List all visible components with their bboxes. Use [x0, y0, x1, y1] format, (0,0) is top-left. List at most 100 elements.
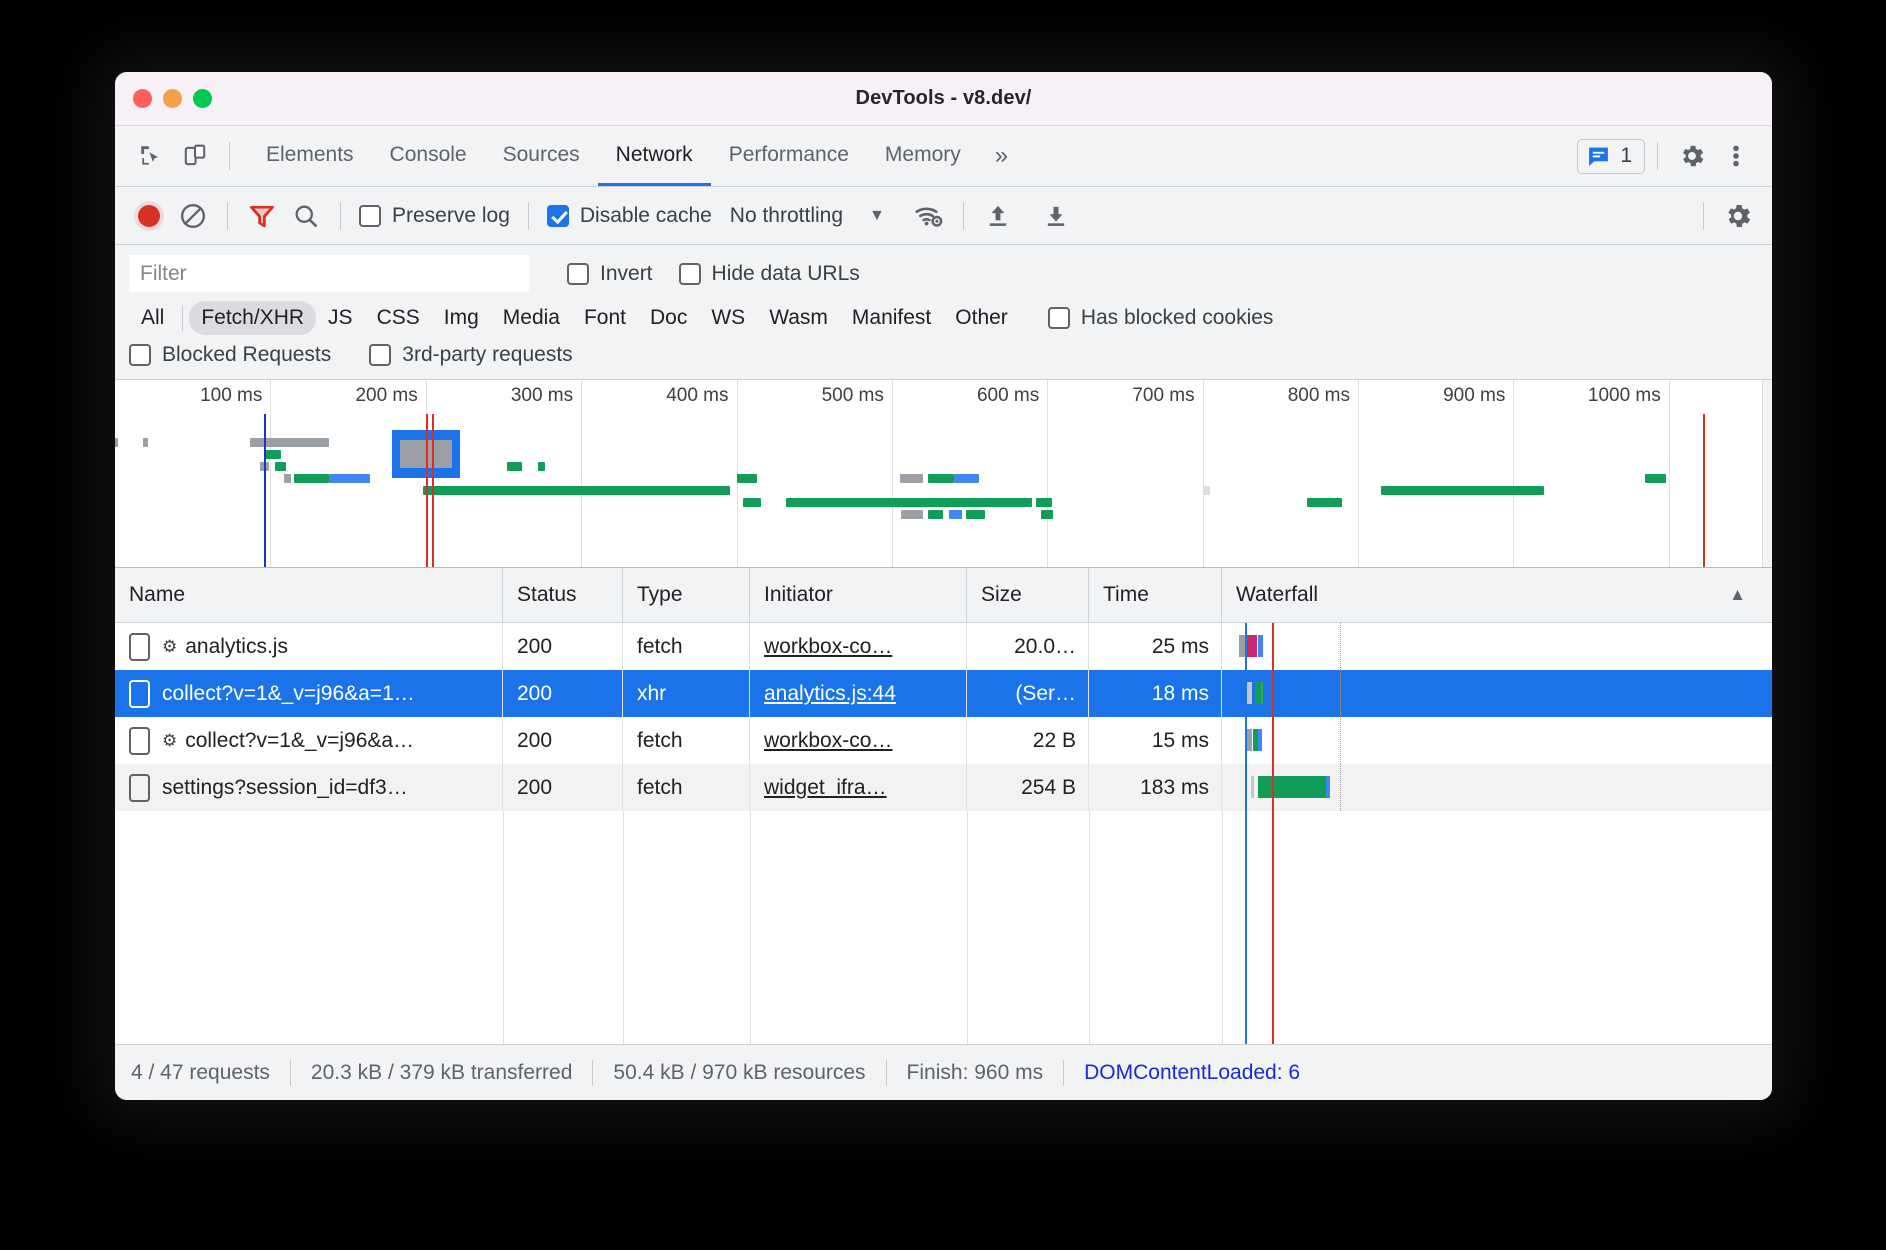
column-header-name[interactable]: Name [115, 568, 503, 622]
row-select-checkbox[interactable] [129, 633, 150, 661]
filter-chip-js[interactable]: JS [316, 301, 365, 335]
request-name: settings?session_id=df3… [162, 776, 408, 800]
initiator-link[interactable]: workbox-co… [764, 635, 892, 659]
overview-scrollbar[interactable] [1762, 380, 1772, 567]
column-header-waterfall[interactable]: Waterfall ▲ [1222, 568, 1772, 622]
filter-chip-doc[interactable]: Doc [638, 301, 699, 335]
third-party-requests-checkbox[interactable]: 3rd-party requests [369, 343, 572, 367]
cell-waterfall [1222, 623, 1772, 670]
network-settings-gear-icon[interactable] [1716, 194, 1760, 238]
column-header-size[interactable]: Size [967, 568, 1089, 622]
initiator-link[interactable]: analytics.js:44 [764, 682, 896, 706]
status-divider-3 [886, 1060, 887, 1086]
filter-chip-all[interactable]: All [129, 301, 176, 335]
overview-request-bar [901, 510, 923, 519]
tab-sources[interactable]: Sources [485, 126, 598, 186]
network-toolbar-right [1691, 194, 1772, 238]
table-row[interactable]: ⚙collect?v=1&_v=j96&a…200fetchworkbox-co… [115, 717, 1772, 764]
more-tabs-icon[interactable]: » [979, 126, 1024, 186]
tab-performance[interactable]: Performance [711, 126, 867, 186]
invert-checkbox[interactable]: Invert [567, 262, 653, 286]
overview-request-bar [928, 474, 954, 483]
upload-arrow-icon[interactable] [976, 194, 1020, 238]
cell-initiator[interactable]: analytics.js:44 [750, 670, 967, 717]
waterfall-load-line [1272, 623, 1274, 670]
column-separator [623, 811, 624, 1044]
throttling-select[interactable]: No throttling [730, 204, 843, 228]
overview-request-bar [294, 474, 330, 483]
filter-chip-img[interactable]: Img [432, 301, 491, 335]
table-row[interactable]: ⚙analytics.js200fetchworkbox-co…20.0…25 … [115, 623, 1772, 670]
column-header-time[interactable]: Time [1089, 568, 1222, 622]
download-arrow-icon[interactable] [1034, 194, 1078, 238]
filter-chip-manifest[interactable]: Manifest [840, 301, 943, 335]
overview-tick-label: 600 ms [977, 385, 1047, 407]
table-row[interactable]: settings?session_id=df3…200fetchwidget_i… [115, 764, 1772, 811]
status-finish: Finish: 960 ms [907, 1061, 1044, 1085]
blocked-requests-checkbox[interactable]: Blocked Requests [129, 343, 331, 367]
column-header-type[interactable]: Type [623, 568, 750, 622]
cell-initiator[interactable]: workbox-co… [750, 717, 967, 764]
chevron-down-icon[interactable]: ▼ [869, 207, 885, 225]
cell-initiator[interactable]: workbox-co… [750, 623, 967, 670]
waterfall-segment [1247, 729, 1253, 751]
filter-type-chips: All Fetch/XHR JS CSS Img Media Font Doc … [115, 301, 1772, 343]
kebab-menu-icon[interactable] [1714, 134, 1758, 178]
filter-chip-media[interactable]: Media [491, 301, 572, 335]
tab-console[interactable]: Console [372, 126, 485, 186]
filter-chip-fetch-xhr[interactable]: Fetch/XHR [189, 301, 316, 335]
filter-chip-ws[interactable]: WS [699, 301, 757, 335]
overview-request-bar [786, 498, 1031, 507]
filter-row-extra: Blocked Requests 3rd-party requests [115, 343, 1772, 379]
column-separator [967, 811, 968, 1044]
overview-marker-load-1 [426, 414, 428, 567]
record-stop-icon[interactable] [127, 194, 171, 238]
filter-chip-wasm[interactable]: Wasm [757, 301, 840, 335]
disable-cache-box [547, 205, 569, 227]
initiator-link[interactable]: widget_ifra… [764, 776, 887, 800]
column-header-status[interactable]: Status [503, 568, 623, 622]
tab-elements[interactable]: Elements [248, 126, 372, 186]
cell-size: 22 B [967, 717, 1089, 764]
filter-row-input: Invert Hide data URLs [115, 255, 1772, 301]
overview-tick-label: 400 ms [666, 385, 736, 407]
network-overview-timeline[interactable]: 100 ms200 ms300 ms400 ms500 ms600 ms700 … [115, 380, 1772, 568]
row-select-checkbox[interactable] [129, 680, 150, 708]
column-separator [1222, 811, 1223, 1044]
cell-status: 200 [503, 670, 623, 717]
inspect-cursor-icon[interactable] [129, 134, 173, 178]
has-blocked-cookies-checkbox[interactable]: Has blocked cookies [1048, 306, 1274, 330]
wifi-gear-icon[interactable] [907, 194, 951, 238]
overview-gridline [1669, 380, 1670, 567]
initiator-link[interactable]: workbox-co… [764, 729, 892, 753]
row-select-checkbox[interactable] [129, 774, 150, 802]
overview-gridline [892, 380, 893, 567]
tab-memory[interactable]: Memory [867, 126, 979, 186]
device-toolbar-icon[interactable] [173, 134, 217, 178]
cell-time: 25 ms [1089, 623, 1222, 670]
empty-load-line [1272, 811, 1274, 1044]
network-toolbar: Preserve log Disable cache No throttling… [115, 187, 1772, 245]
status-divider-2 [592, 1060, 593, 1086]
filter-chip-font[interactable]: Font [572, 301, 638, 335]
table-body: ⚙analytics.js200fetchworkbox-co…20.0…25 … [115, 623, 1772, 1044]
filter-chip-other[interactable]: Other [943, 301, 1020, 335]
waterfall-load-line [1272, 764, 1274, 811]
filter-input[interactable] [129, 255, 529, 292]
clear-prohibited-icon[interactable] [171, 194, 215, 238]
search-icon[interactable] [284, 194, 328, 238]
row-select-checkbox[interactable] [129, 727, 150, 755]
cell-initiator[interactable]: widget_ifra… [750, 764, 967, 811]
tab-network[interactable]: Network [598, 126, 711, 186]
hide-data-urls-checkbox[interactable]: Hide data URLs [679, 262, 860, 286]
filter-chip-css[interactable]: CSS [365, 301, 432, 335]
preserve-log-checkbox[interactable]: Preserve log [359, 204, 510, 228]
filter-funnel-icon[interactable] [240, 194, 284, 238]
waterfall-segment [1258, 729, 1262, 751]
gear-icon[interactable] [1670, 134, 1714, 178]
message-count-badge[interactable]: 1 [1577, 139, 1645, 174]
table-row[interactable]: collect?v=1&_v=j96&a=1…200xhranalytics.j… [115, 670, 1772, 717]
column-header-initiator[interactable]: Initiator [750, 568, 967, 622]
waterfall-gridline [1340, 764, 1341, 811]
disable-cache-checkbox[interactable]: Disable cache [547, 204, 712, 228]
